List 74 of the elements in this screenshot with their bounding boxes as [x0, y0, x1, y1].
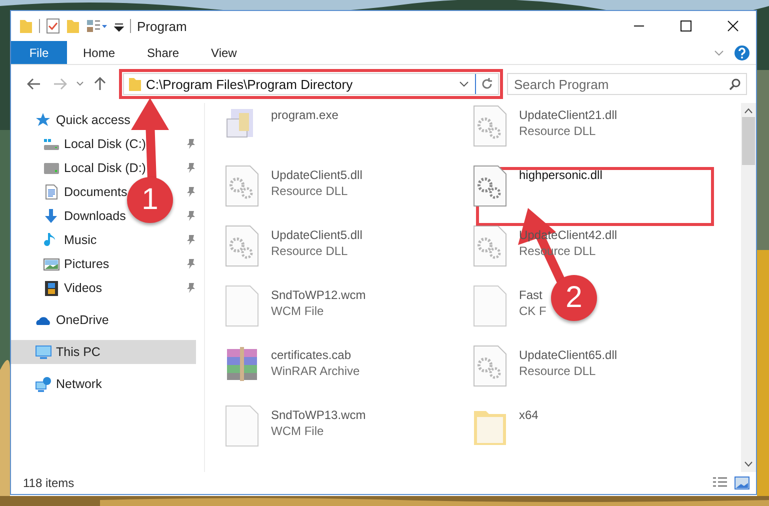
gear-file-icon: [473, 105, 507, 147]
nav-item[interactable]: Downloads: [11, 204, 128, 228]
file-name[interactable]: Fast: [519, 288, 546, 302]
gear-file-icon: [473, 165, 507, 207]
nav-item[interactable]: Videos: [11, 276, 104, 300]
file-type: CK F: [519, 304, 546, 318]
folder-icon: [128, 76, 142, 92]
file-type: Resource DLL: [519, 364, 597, 378]
nav-item[interactable]: Quick access: [11, 108, 196, 132]
monitor-icon: [35, 344, 52, 360]
view-options-icon: [86, 18, 108, 34]
chevron-down-icon: [459, 80, 469, 88]
blank-file-icon: [473, 285, 507, 327]
file-name[interactable]: UpdateClient5.dll: [271, 228, 362, 242]
nav-item[interactable]: Local Disk (C:): [11, 132, 148, 156]
nav-item[interactable]: Local Disk (D:): [11, 156, 148, 180]
file-name[interactable]: UpdateClient5.dll: [271, 168, 362, 182]
gear-file-icon: [225, 165, 259, 207]
refresh-icon: [481, 78, 493, 90]
nav-item[interactable]: This PC: [11, 340, 196, 364]
file-type: WCM File: [271, 304, 325, 318]
folder-icon: [19, 18, 33, 34]
large-icons-view-icon: [734, 476, 750, 490]
document-icon: [43, 184, 60, 200]
file-name[interactable]: highpersonic.dll: [519, 168, 602, 182]
ribbon-tab[interactable]: Home: [67, 41, 132, 64]
properties-icon: [46, 18, 60, 34]
gear-file-icon: [473, 345, 507, 387]
nav-item[interactable]: Music: [11, 228, 99, 252]
scroll-down-icon: [744, 460, 753, 468]
file-type: Resource DLL: [271, 244, 349, 258]
file-menu-button[interactable]: File: [11, 41, 67, 64]
network-icon: [35, 376, 52, 392]
file-name[interactable]: SndToWP13.wcm: [271, 408, 366, 422]
file-type: Resource DLL: [271, 184, 349, 198]
item-count: 118 items: [23, 476, 74, 490]
forward-arrow-icon: [53, 78, 67, 90]
blank-file-icon: [225, 405, 259, 447]
chevron-down-icon: [76, 81, 84, 87]
picture-icon: [43, 256, 60, 272]
file-name[interactable]: x64: [519, 408, 538, 422]
close-icon: [726, 20, 738, 32]
blank-file-icon: [225, 285, 259, 327]
scroll-up-icon: [744, 107, 753, 115]
star-icon: [35, 112, 52, 128]
gear-file-icon: [225, 225, 259, 267]
help-icon: [734, 44, 750, 60]
gear-file-icon: [473, 225, 507, 267]
search-icon: [729, 78, 741, 90]
maximize-icon: [680, 20, 692, 32]
search-field[interactable]: Search Program: [507, 73, 747, 95]
file-name[interactable]: certificates.cab: [271, 348, 360, 362]
nav-item[interactable]: Network: [11, 372, 196, 396]
file-name[interactable]: UpdateClient65.dll: [519, 348, 618, 362]
film-icon: [43, 280, 60, 296]
window-title: Program: [137, 18, 187, 34]
file-type: Resource DLL: [519, 124, 597, 138]
nav-item[interactable]: OneDrive: [11, 308, 196, 332]
ribbon-tab[interactable]: Share: [131, 41, 196, 64]
file-name[interactable]: UpdateClient21.dll: [519, 108, 618, 122]
folder-icon: [66, 18, 80, 34]
nav-item[interactable]: Documents: [11, 180, 130, 204]
download-icon: [43, 208, 60, 224]
nav-item[interactable]: Pictures: [11, 252, 112, 276]
up-arrow-icon: [94, 77, 106, 91]
ribbon-tab[interactable]: View: [195, 41, 253, 64]
back-arrow-icon: [27, 78, 41, 90]
expand-ribbon-icon: [714, 48, 724, 56]
scrollbar-thumb[interactable]: [742, 117, 755, 165]
file-name[interactable]: SndToWP12.wcm: [271, 288, 366, 302]
file-name[interactable]: program.exe: [271, 108, 338, 122]
file-type: WCM File: [271, 424, 325, 438]
address-bar[interactable]: C:\Program Files\Program Directory: [123, 73, 499, 95]
file-type: WinRAR Archive: [271, 364, 360, 378]
